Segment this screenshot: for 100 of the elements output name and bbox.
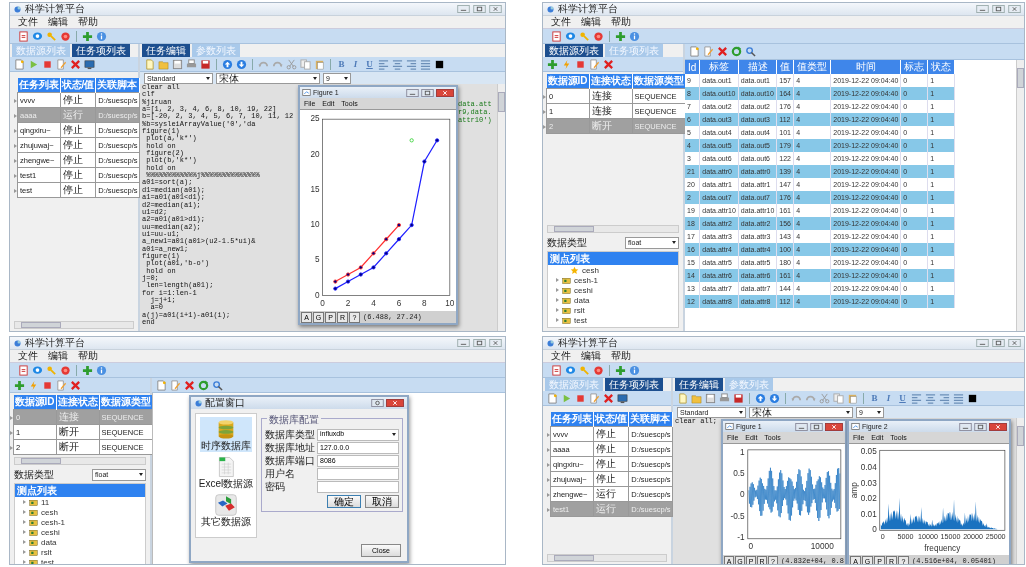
- scrollbar[interactable]: [14, 457, 146, 465]
- tree-item[interactable]: 11: [41, 497, 50, 507]
- align-left-icon[interactable]: [911, 392, 922, 404]
- column-header[interactable]: 描述: [738, 60, 777, 74]
- plus-icon[interactable]: [615, 30, 626, 42]
- paste-icon[interactable]: [847, 392, 858, 404]
- refresh-icon[interactable]: [198, 379, 209, 391]
- menu-item[interactable]: 帮助: [611, 16, 631, 28]
- column-header[interactable]: 值类型: [793, 60, 831, 74]
- save-icon[interactable]: [705, 392, 716, 404]
- expander-icon[interactable]: [556, 318, 559, 322]
- source-option[interactable]: 时序数据库: [200, 417, 252, 452]
- scrollbar[interactable]: [1016, 418, 1024, 564]
- edit-icon[interactable]: [56, 379, 67, 391]
- input-field[interactable]: [317, 467, 399, 480]
- menu-item[interactable]: 编辑: [48, 350, 68, 362]
- close-button[interactable]: [825, 422, 843, 431]
- new-file-icon[interactable]: [14, 58, 25, 70]
- column-header[interactable]: 关联脚本: [628, 412, 673, 427]
- column-header[interactable]: 连接状态: [56, 395, 99, 410]
- maximize-button[interactable]: [421, 88, 434, 97]
- tree-item[interactable]: ceshi: [41, 527, 60, 537]
- maximize-button[interactable]: [810, 422, 823, 431]
- monitor-icon[interactable]: [617, 392, 628, 404]
- copy-icon[interactable]: [833, 392, 844, 404]
- upload-icon[interactable]: [222, 58, 233, 70]
- close-button[interactable]: [436, 88, 454, 97]
- tree-item[interactable]: test: [41, 557, 54, 564]
- play-icon[interactable]: [28, 58, 39, 70]
- font-dropdown[interactable]: 宋体: [216, 73, 320, 84]
- column-header[interactable]: 状态/值: [593, 412, 629, 427]
- column-header[interactable]: 数据源ID: [546, 74, 589, 89]
- tree-item[interactable]: cesh: [582, 265, 599, 275]
- menu-item[interactable]: 文件: [551, 350, 571, 362]
- edit-icon[interactable]: [589, 392, 600, 404]
- column-header[interactable]: 状态/值: [60, 78, 96, 93]
- minimize-button[interactable]: [976, 5, 989, 13]
- column-header[interactable]: 标签: [699, 60, 739, 74]
- bug-icon[interactable]: [60, 30, 71, 42]
- save-icon[interactable]: [172, 58, 183, 70]
- align-right-icon[interactable]: [939, 392, 950, 404]
- bug-icon[interactable]: [60, 364, 71, 376]
- tree-item[interactable]: cesh-1: [41, 517, 65, 527]
- maximize-button[interactable]: [473, 5, 486, 13]
- monitor-icon[interactable]: [84, 58, 95, 70]
- menu-item[interactable]: 帮助: [78, 16, 98, 28]
- menu-item[interactable]: 帮助: [78, 350, 98, 362]
- expander-icon[interactable]: [23, 540, 26, 544]
- dialog-button[interactable]: 确定: [327, 495, 361, 508]
- tab[interactable]: 任务编辑: [675, 378, 723, 391]
- close-button[interactable]: [989, 422, 1007, 431]
- info-icon[interactable]: [96, 30, 107, 42]
- column-header[interactable]: 关联脚本: [95, 78, 140, 93]
- tree-item[interactable]: data: [574, 295, 590, 305]
- edit-icon[interactable]: [589, 58, 600, 70]
- download-icon[interactable]: [769, 392, 780, 404]
- font-dropdown[interactable]: 宋体: [749, 407, 853, 418]
- tree-item[interactable]: cesh: [41, 507, 58, 517]
- dialog-button[interactable]: 取消: [365, 495, 399, 508]
- tab[interactable]: 数据源列表: [545, 44, 603, 57]
- clipboard-icon[interactable]: [18, 30, 29, 42]
- document-icon[interactable]: [677, 392, 688, 404]
- new-file-icon[interactable]: [689, 46, 700, 57]
- document-icon[interactable]: [144, 58, 155, 70]
- plus-icon[interactable]: [615, 364, 626, 376]
- new-file-icon[interactable]: [547, 392, 558, 404]
- tab[interactable]: 任务项列表: [72, 44, 130, 57]
- play-icon[interactable]: [561, 392, 572, 404]
- edit-icon[interactable]: [703, 46, 714, 57]
- tree-item[interactable]: cesh-1: [574, 275, 598, 285]
- column-header[interactable]: 标志: [900, 60, 928, 74]
- scrollbar[interactable]: [497, 84, 505, 331]
- tab[interactable]: 任务项列表: [605, 378, 663, 391]
- menu-item[interactable]: 文件: [18, 16, 38, 28]
- column-header[interactable]: 数据源ID: [13, 395, 56, 410]
- copy-icon[interactable]: [300, 58, 311, 70]
- expander-icon[interactable]: [23, 530, 26, 534]
- bug-icon[interactable]: [593, 30, 604, 42]
- column-header[interactable]: 数据源类型: [632, 74, 685, 89]
- source-option[interactable]: 其它数据源: [200, 493, 252, 528]
- expander-icon[interactable]: [23, 550, 26, 554]
- tree-item[interactable]: rslt: [41, 547, 52, 557]
- column-header[interactable]: Id: [685, 60, 700, 74]
- expander-icon[interactable]: [23, 560, 26, 564]
- scrollbar[interactable]: [547, 225, 679, 233]
- tree-item[interactable]: ceshi: [574, 285, 593, 295]
- color-swatch-icon[interactable]: [434, 58, 445, 70]
- download-icon[interactable]: [236, 58, 247, 70]
- clipboard-icon[interactable]: [18, 364, 29, 376]
- info-icon[interactable]: [96, 364, 107, 376]
- refresh-icon[interactable]: [731, 46, 742, 57]
- plus-icon[interactable]: [547, 58, 558, 70]
- upload-icon[interactable]: [755, 392, 766, 404]
- expander-icon[interactable]: [23, 520, 26, 524]
- menu-item[interactable]: 帮助: [611, 350, 631, 362]
- printer-icon[interactable]: [186, 58, 197, 70]
- expander-icon[interactable]: [556, 308, 559, 312]
- column-header[interactable]: 任务列表: [550, 412, 593, 427]
- tab[interactable]: 任务编辑: [142, 44, 190, 57]
- column-header[interactable]: 任务列表: [17, 78, 60, 93]
